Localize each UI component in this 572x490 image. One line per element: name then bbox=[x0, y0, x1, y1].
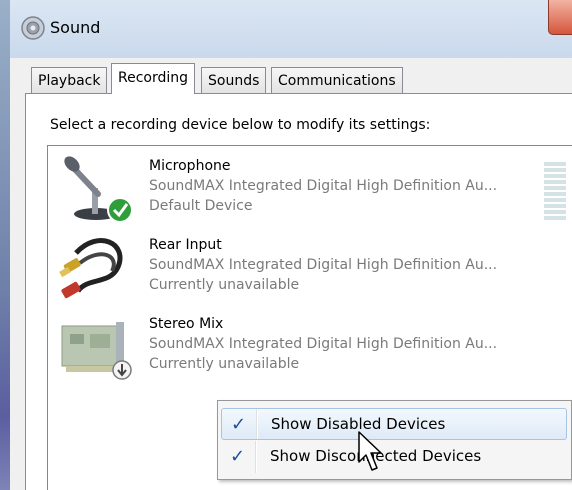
sound-card-icon bbox=[61, 322, 132, 380]
device-status: Currently unavailable bbox=[149, 277, 300, 293]
menu-item-show-disconnected-devices[interactable]: ✓ Show Disconnected Devices bbox=[221, 441, 567, 473]
device-status: Currently unavailable bbox=[149, 356, 300, 372]
device-description: SoundMAX Integrated Digital High Definit… bbox=[149, 178, 498, 194]
tab-sounds[interactable]: Sounds bbox=[201, 67, 267, 93]
tab-communications[interactable]: Communications bbox=[271, 67, 403, 93]
device-item-stereo-mix[interactable]: Stereo Mix SoundMAX Integrated Digital H… bbox=[48, 308, 572, 386]
tab-recording[interactable]: Recording bbox=[111, 63, 196, 94]
device-name: Rear Input bbox=[149, 237, 222, 253]
tab-recording-label: Recording bbox=[118, 70, 189, 86]
checkmark-icon: ✓ bbox=[230, 446, 246, 467]
window-title: Sound bbox=[50, 18, 101, 37]
device-item-microphone[interactable]: Microphone SoundMAX Integrated Digital H… bbox=[48, 150, 572, 228]
checkmark-icon: ✓ bbox=[231, 414, 247, 435]
device-status: Default Device bbox=[149, 198, 253, 214]
level-meter bbox=[544, 162, 566, 226]
title-bar[interactable]: Sound bbox=[10, 0, 572, 58]
tab-sounds-label: Sounds bbox=[208, 73, 260, 89]
microphone-icon bbox=[64, 156, 133, 223]
device-name: Stereo Mix bbox=[149, 316, 224, 332]
device-description: SoundMAX Integrated Digital High Definit… bbox=[149, 336, 498, 352]
mouse-cursor-icon bbox=[358, 431, 382, 471]
desktop-background-strip bbox=[0, 0, 10, 490]
device-description: SoundMAX Integrated Digital High Definit… bbox=[149, 257, 498, 273]
audio-cable-icon bbox=[59, 238, 123, 299]
menu-separator bbox=[256, 409, 258, 439]
context-menu: ✓ Show Disabled Devices ✓ Show Disconnec… bbox=[217, 400, 572, 480]
menu-separator bbox=[255, 441, 257, 473]
menu-item-show-disabled-devices[interactable]: ✓ Show Disabled Devices bbox=[221, 408, 567, 440]
tab-communications-label: Communications bbox=[278, 73, 396, 89]
sound-dialog-window: Sound Playback Recording Sounds Communic… bbox=[0, 0, 572, 490]
instruction-text: Select a recording device below to modif… bbox=[50, 117, 431, 133]
tab-playback[interactable]: Playback bbox=[31, 67, 108, 93]
tab-playback-label: Playback bbox=[38, 73, 101, 89]
speaker-icon bbox=[21, 16, 45, 40]
close-button[interactable] bbox=[548, 0, 572, 35]
device-item-rear-input[interactable]: Rear Input SoundMAX Integrated Digital H… bbox=[48, 229, 572, 307]
device-name: Microphone bbox=[149, 158, 231, 174]
